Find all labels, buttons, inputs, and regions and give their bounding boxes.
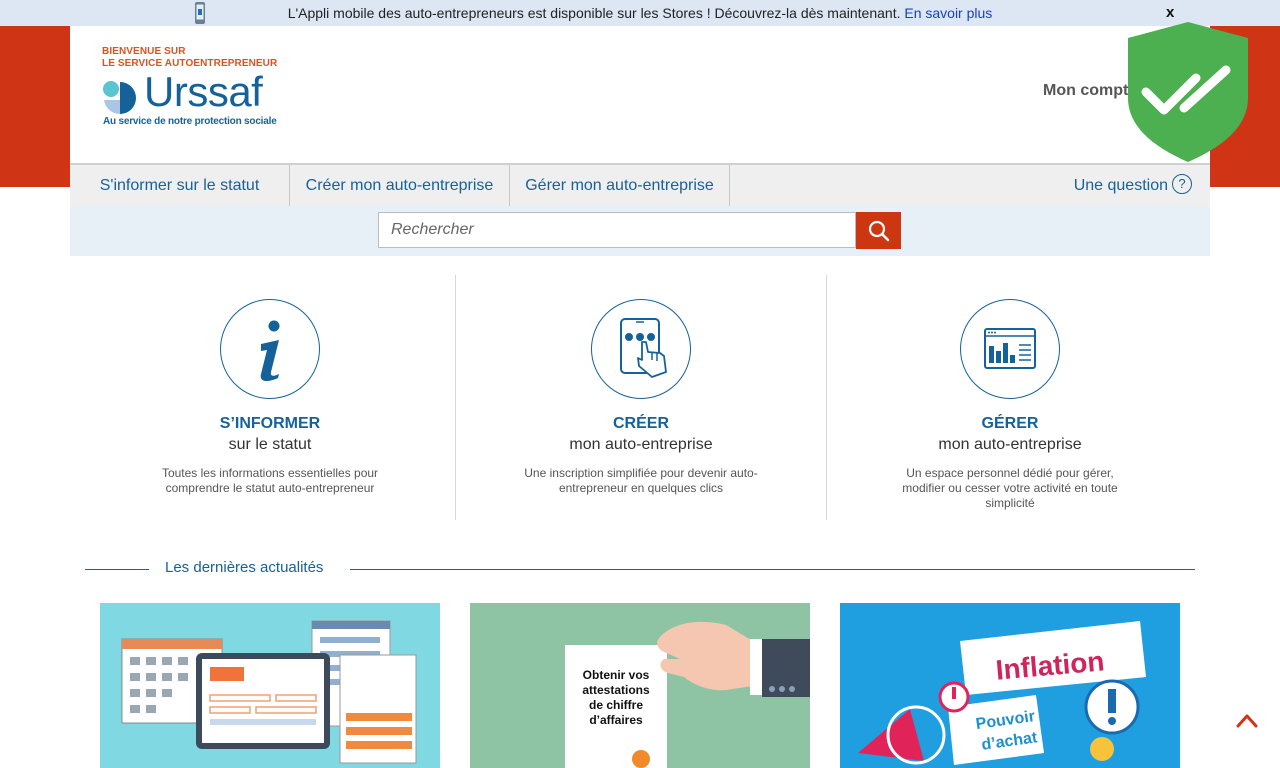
feature-informer[interactable]: S’INFORMER sur le statut Toutes les info… bbox=[85, 275, 455, 520]
urssaf-logo-icon bbox=[103, 81, 136, 115]
news-section-title: Les dernières actualités bbox=[85, 557, 1195, 579]
news-card-3[interactable]: Inflation Pouvoir d’achat bbox=[840, 603, 1180, 768]
feature-creer[interactable]: CRÉER mon auto-entreprise Une inscriptio… bbox=[455, 275, 827, 520]
security-shield-icon[interactable] bbox=[1126, 20, 1250, 164]
feature-subtitle: mon auto-entreprise bbox=[569, 436, 713, 453]
feature-title: CRÉER bbox=[612, 415, 669, 432]
card-text-line: Obtenir vos bbox=[583, 668, 650, 682]
app-banner: L'Appli mobile des auto-entrepreneurs es… bbox=[0, 0, 1280, 26]
feature-title: S’INFORMER bbox=[219, 415, 321, 432]
nav-item-creer[interactable]: Créer mon auto-entreprise bbox=[290, 165, 510, 207]
card-text-line: attestations bbox=[582, 683, 650, 697]
attestation-illustration: Obtenir vos attestations de chiffre d’af… bbox=[470, 603, 810, 768]
feature-description: Une inscription simplifiée pour devenir … bbox=[524, 466, 758, 495]
news-card-2[interactable]: Obtenir vos attestations de chiffre d’af… bbox=[470, 603, 810, 768]
help-question-icon: ? bbox=[1172, 174, 1192, 194]
question-label: Une question bbox=[1073, 177, 1168, 194]
feature-subtitle: sur le statut bbox=[228, 436, 312, 453]
search-input[interactable] bbox=[378, 212, 856, 248]
card-text-line: de chiffre bbox=[589, 698, 643, 712]
search-bar bbox=[70, 206, 1210, 256]
inflation-illustration: Inflation Pouvoir d’achat bbox=[840, 603, 1180, 768]
calendar-tablet-illustration bbox=[100, 603, 440, 768]
banner-message: L'Appli mobile des auto-entrepreneurs es… bbox=[287, 5, 901, 21]
info-icon bbox=[220, 299, 320, 399]
feature-gerer[interactable]: GÉRER mon auto-entreprise Un espace pers… bbox=[825, 275, 1195, 520]
search-button[interactable] bbox=[856, 212, 901, 249]
banner-close-button[interactable]: x bbox=[1166, 4, 1174, 21]
header-panel: BIENVENUE SUR LE SERVICE AUTOENTREPRENEU… bbox=[70, 26, 1210, 256]
touch-tablet-icon bbox=[591, 299, 691, 399]
card-text-line: d’affaires bbox=[589, 713, 643, 727]
brand-name: Urssaf bbox=[144, 68, 263, 115]
divider bbox=[350, 569, 1195, 570]
news-card-1[interactable] bbox=[100, 603, 440, 768]
nav-item-informer[interactable]: S'informer sur le statut bbox=[70, 165, 290, 207]
main-navigation: S'informer sur le statut Créer mon auto-… bbox=[70, 163, 1210, 208]
banner-learn-more-link[interactable]: En savoir plus bbox=[904, 5, 992, 21]
feature-columns: S’INFORMER sur le statut Toutes les info… bbox=[85, 275, 1195, 520]
search-icon bbox=[868, 220, 889, 241]
welcome-line-1: BIENVENUE SUR bbox=[102, 46, 186, 57]
dashboard-icon bbox=[960, 299, 1060, 399]
feature-title: GÉRER bbox=[981, 415, 1039, 432]
brand-tagline: Au service de notre protection sociale bbox=[103, 116, 277, 127]
feature-subtitle: mon auto-entreprise bbox=[938, 436, 1082, 453]
back-to-top-icon[interactable] bbox=[1236, 712, 1258, 728]
nav-question-link[interactable]: Une question? bbox=[1074, 165, 1192, 207]
news-title: Les dernières actualités bbox=[165, 559, 324, 576]
feature-description: Toutes les informations essentielles pou… bbox=[161, 466, 379, 495]
nav-item-gerer[interactable]: Gérer mon auto-entreprise bbox=[510, 165, 730, 207]
my-account-link[interactable]: Mon compte bbox=[1043, 82, 1137, 100]
divider bbox=[85, 569, 149, 570]
urssaf-logo[interactable]: BIENVENUE SUR LE SERVICE AUTOENTREPRENEU… bbox=[102, 46, 292, 136]
feature-description: Un espace personnel dédié pour gérer, mo… bbox=[902, 466, 1118, 510]
